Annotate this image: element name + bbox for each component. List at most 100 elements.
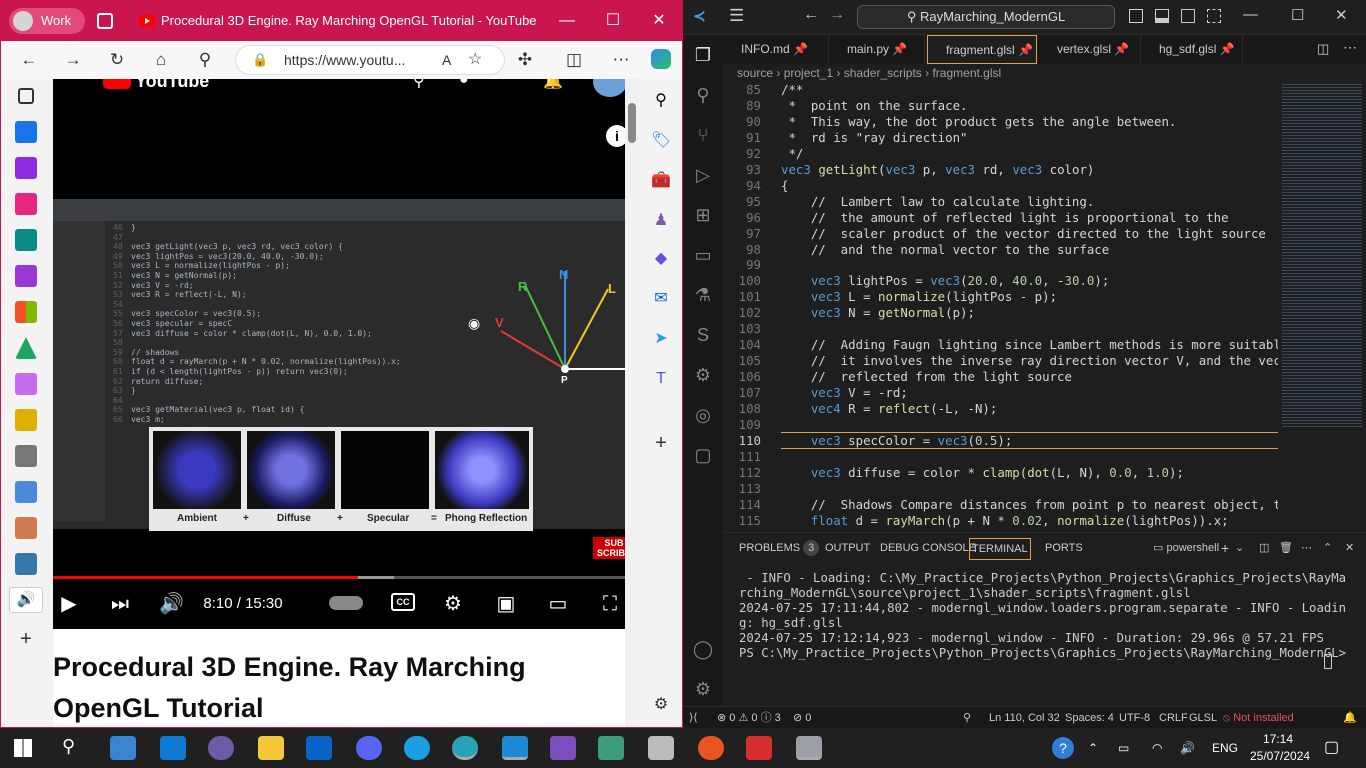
language-mode[interactable]: GLSL	[1189, 707, 1217, 729]
speaker-tab-icon[interactable]: 🔊	[9, 587, 43, 613]
terminal-shell-selector[interactable]: ▭ powershell	[1153, 538, 1219, 558]
new-terminal-icon[interactable]: +	[1221, 538, 1229, 558]
copilot-icon[interactable]	[651, 49, 671, 69]
problems-status[interactable]: ⊗ 0 ⚠ 0 ⓘ 3	[717, 707, 781, 729]
app-cube-icon[interactable]	[598, 736, 624, 760]
pin-icon[interactable]: 📌	[1220, 42, 1235, 56]
minimize-button[interactable]: —	[1243, 6, 1258, 23]
file-explorer-icon[interactable]	[258, 736, 284, 760]
pin-icon[interactable]: 📌	[793, 42, 808, 56]
minimap[interactable]	[1280, 82, 1366, 530]
layout-icon[interactable]	[1207, 9, 1221, 23]
panel-tab-ports[interactable]: PORTS	[1045, 538, 1083, 558]
settings-gear-icon[interactable]: ⚙	[441, 592, 465, 616]
search-icon[interactable]: ⚲	[651, 91, 671, 111]
code-line[interactable]: float d = rayMarch(p + N * 0.02, normali…	[781, 513, 1229, 528]
tab-icon-9[interactable]	[15, 481, 37, 503]
forward-icon[interactable]: →	[61, 49, 85, 71]
code-line[interactable]: vec3 diffuse = color * clamp(dot(L, N), …	[781, 465, 1184, 480]
tab-title[interactable]: Procedural 3D Engine. Ray Marching OpenG…	[161, 1, 537, 41]
volume-icon[interactable]: 🔊	[159, 592, 184, 616]
code-line[interactable]: // scaler product of the vector directed…	[781, 226, 1266, 241]
code-line[interactable]: vec3 lightPos = vec3(20.0, 40.0, -30.0);	[781, 273, 1109, 288]
split-terminal-icon[interactable]: ◫	[1259, 538, 1269, 558]
minimize-button[interactable]: —	[544, 1, 590, 41]
edge-profile-icon[interactable]	[452, 736, 478, 760]
run-debug-icon[interactable]: ▷	[691, 163, 715, 187]
more-actions-icon[interactable]: ⋯	[1343, 39, 1357, 56]
taskbar-app-icon[interactable]	[110, 736, 136, 760]
tab-actions-icon[interactable]	[18, 88, 34, 104]
fullscreen-icon[interactable]: ⛶	[597, 592, 623, 616]
tab-hg-sdf-glsl[interactable]: hg_sdf.glsl 📌	[1141, 35, 1243, 64]
code-editor[interactable]: 85 /** 89 * point on the surface. 90 * This…	[723, 82, 1278, 530]
workspaces-icon[interactable]	[97, 13, 113, 29]
terminal-output[interactable]: - INFO - Loading: C:\My_Practice_Project…	[739, 571, 1351, 661]
panel-tab-debug-console[interactable]: DEBUG CONSOLE	[880, 538, 976, 558]
code-line[interactable]: * point on the surface.	[781, 98, 967, 113]
profile-button[interactable]: Work	[9, 8, 85, 34]
split-editor-icon[interactable]: ◫	[1317, 41, 1329, 57]
app-f-icon[interactable]	[746, 736, 772, 760]
video-frame[interactable]: 46} 47 48 vec3 getLight(vec3 p, vec3 rd, ve…	[53, 199, 639, 559]
extensions-icon[interactable]: ✣	[513, 49, 537, 71]
tools-icon[interactable]: 🧰	[651, 171, 671, 191]
search-icon[interactable]: ⚲	[691, 83, 715, 107]
code-line[interactable]: */	[781, 146, 803, 161]
kill-terminal-trash-icon[interactable]: 🗑	[1279, 538, 1293, 558]
refresh-icon[interactable]: ↻	[105, 49, 129, 71]
line-ending[interactable]: CRLF	[1159, 707, 1188, 729]
favorite-star-icon[interactable]: ☆	[468, 46, 482, 74]
writer-tab-icon[interactable]	[15, 409, 37, 431]
app-tab-icon[interactable]	[15, 373, 37, 395]
tab-vertex-glsl[interactable]: vertex.glsl 📌	[1039, 35, 1141, 64]
maximize-panel-icon[interactable]: ⌃	[1323, 538, 1332, 558]
address-bar[interactable]: 🔒 https://www.youtu... A ☆	[235, 45, 505, 75]
encoding[interactable]: UTF-8	[1119, 707, 1150, 729]
lint-status[interactable]: ⦸ Not installed	[1223, 707, 1294, 729]
volume-icon[interactable]: 🔊	[1180, 728, 1195, 768]
scrollbar-thumb[interactable]	[628, 103, 636, 143]
maximize-button[interactable]: ☐	[590, 1, 636, 41]
snipping-tool-icon[interactable]	[648, 736, 674, 760]
vscode-icon[interactable]	[502, 736, 528, 760]
panel-tab-problems[interactable]: PROBLEMS 3	[739, 538, 820, 558]
remote-icon[interactable]: ⟩⟨	[689, 707, 698, 729]
captions-button[interactable]: CC	[391, 593, 415, 611]
python-tab-icon[interactable]	[15, 553, 37, 575]
page-scrollbar[interactable]	[625, 79, 639, 727]
code-line[interactable]: // it involves the inverse ray direction…	[781, 353, 1278, 368]
code-line[interactable]: // Adding Faugn lighting since Lambert m…	[781, 337, 1278, 352]
start-windows-icon[interactable]	[14, 739, 32, 757]
search-icon[interactable]: ⚲	[413, 79, 425, 91]
tab-main-py[interactable]: main.py 📌	[829, 35, 925, 64]
tab-icon-10[interactable]	[15, 517, 37, 539]
pin-icon[interactable]: 📌	[1018, 43, 1033, 57]
split-screen-icon[interactable]: ◫	[562, 49, 586, 71]
code-line[interactable]: // the amount of reflected light is prop…	[781, 210, 1229, 225]
snippets-icon[interactable]: S	[691, 323, 715, 347]
testing-icon[interactable]: ⚗	[691, 283, 715, 307]
code-line[interactable]: // Shadows Compare distances from point …	[781, 497, 1278, 512]
add-sidebar-app-icon[interactable]: +	[651, 433, 671, 453]
help-icon[interactable]: ?	[1052, 737, 1074, 759]
telegram-icon[interactable]: ➤	[651, 329, 671, 349]
docker-icon[interactable]: ⚙	[691, 363, 715, 387]
code-line[interactable]: vec3 N = getNormal(p);	[781, 305, 975, 320]
wifi-icon[interactable]: ◠	[1152, 728, 1162, 768]
theater-mode-icon[interactable]: ▭	[545, 592, 571, 616]
back-icon[interactable]: ←	[803, 6, 819, 24]
indentation[interactable]: Spaces: 4	[1065, 707, 1114, 729]
progress-bar[interactable]	[53, 576, 639, 579]
panel-tab-output[interactable]: OUTPUT	[825, 538, 870, 558]
panel-tab-terminal[interactable]: TERMINAL	[969, 538, 1031, 560]
remote-explorer-icon[interactable]: ▭	[691, 243, 715, 267]
back-icon[interactable]: ←	[17, 49, 41, 71]
notification-center-icon[interactable]: ▢	[1324, 728, 1339, 768]
battery-icon[interactable]: ▭	[1118, 728, 1129, 768]
notifications-icon[interactable]: 🔔	[543, 79, 563, 91]
forward-icon[interactable]: →	[829, 6, 845, 24]
discord-icon[interactable]	[356, 736, 382, 760]
pin-icon[interactable]: 📌	[892, 42, 907, 56]
close-panel-icon[interactable]: ✕	[1345, 538, 1354, 558]
